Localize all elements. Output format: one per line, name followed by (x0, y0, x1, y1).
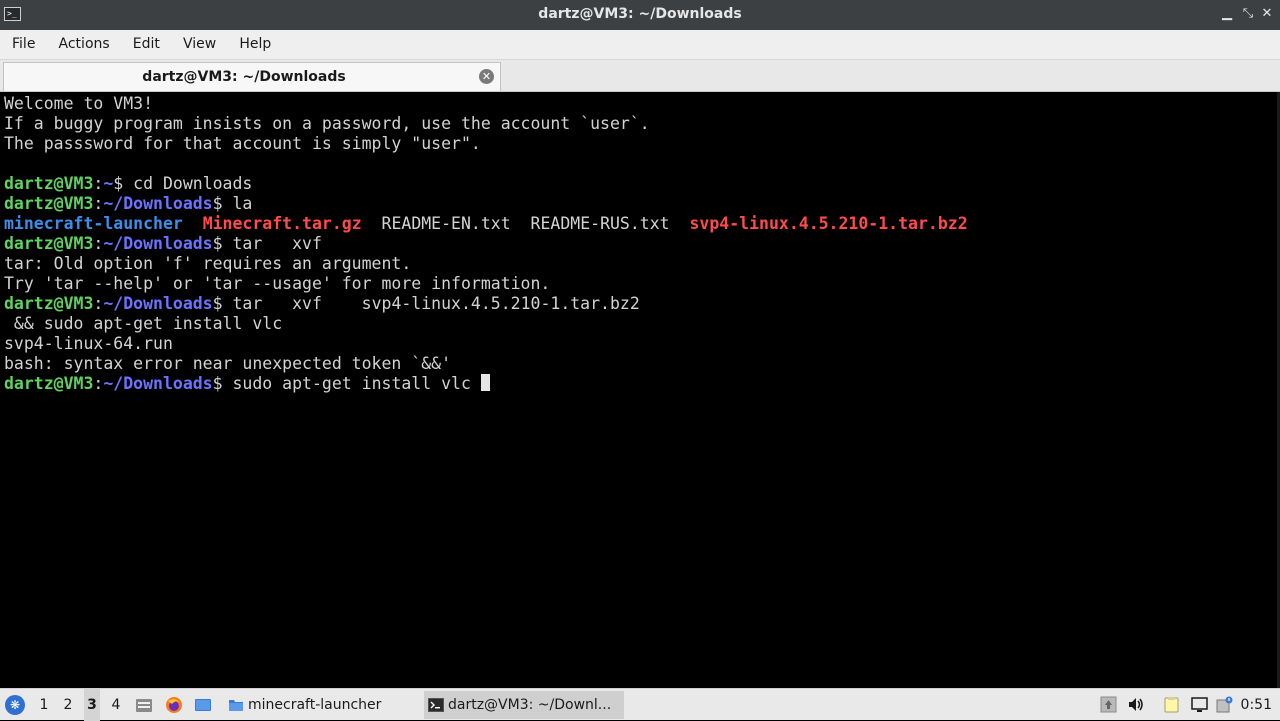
menu-actions[interactable]: Actions (53, 30, 116, 54)
display-icon[interactable] (1191, 696, 1208, 713)
close-window-button[interactable]: ✕ (1260, 6, 1274, 22)
ls-archive: Minecraft.tar.gz (202, 214, 362, 233)
command-line: dartz@VM3:~/Downloads$ sudo apt-get inst… (4, 374, 490, 394)
desktop-4[interactable]: 4 (108, 689, 124, 721)
ls-executable: minecraft-launcher (4, 214, 183, 233)
show-desktop-icon[interactable] (194, 696, 212, 714)
terminal-icon (428, 698, 444, 712)
prompt-dollar: $ (212, 294, 223, 313)
taskbar: ❋ 1 2 3 4 minecraft-launcher dartz@VM3: … (0, 688, 1280, 721)
command-line: dartz@VM3:~/Downloads$ tar xvf (4, 234, 322, 254)
prompt-dollar: $ (212, 374, 223, 393)
volume-icon[interactable] (1127, 696, 1144, 713)
prompt-user: dartz@VM3 (4, 294, 94, 313)
menu-edit[interactable]: Edit (127, 30, 166, 54)
ls-file: README-EN.txt (381, 214, 511, 233)
motd-line: The passsword for that account is simply… (4, 134, 481, 153)
command-line: dartz@VM3:~/Downloads$ tar xvf svp4-linu… (4, 294, 640, 314)
task-terminal[interactable]: dartz@VM3: ~/Downl... (424, 691, 624, 719)
prompt-separator: : (93, 174, 104, 193)
folder-icon (229, 700, 243, 711)
clipboard-icon[interactable] (1163, 696, 1180, 713)
network-icon[interactable] (1216, 696, 1233, 713)
prompt-user: dartz@VM3 (4, 374, 94, 393)
tab-label: dartz@VM3: ~/Downloads (142, 69, 346, 85)
motd-line: If a buggy program insists on a password… (4, 114, 650, 133)
prompt-path: ~/Downloads (103, 374, 213, 393)
prompt-separator: : (93, 294, 104, 313)
output-line: bash: syntax error near unexpected token… (4, 354, 452, 373)
window-titlebar: >_ dartz@VM3: ~/Downloads ▁ ⤡ ✕ (0, 0, 1280, 30)
prompt-user: dartz@VM3 (4, 194, 94, 213)
output-line: && sudo apt-get install vlc (4, 314, 283, 333)
prompt-dollar: $ (113, 174, 124, 193)
prompt-path: ~ (103, 174, 114, 193)
task-minecraft-launcher[interactable]: minecraft-launcher (224, 691, 414, 719)
prompt-path: ~/Downloads (103, 194, 213, 213)
menu-view[interactable]: View (177, 30, 222, 54)
tab-terminal[interactable]: dartz@VM3: ~/Downloads ✕ (3, 62, 501, 91)
menu-help[interactable]: Help (233, 30, 277, 54)
prompt-path: ~/Downloads (103, 294, 213, 313)
maximize-button[interactable]: ⤡ (1241, 6, 1255, 22)
output-line: svp4-linux-64.run (4, 334, 173, 353)
desktop-2[interactable]: 2 (60, 689, 76, 721)
text-cursor (480, 374, 490, 391)
command-line: dartz@VM3:~/Downloads$ la (4, 194, 252, 214)
prompt-user: dartz@VM3 (4, 174, 94, 193)
terminal-output[interactable]: Welcome to VM3! If a buggy program insis… (0, 92, 1280, 688)
prompt-path: ~/Downloads (103, 234, 213, 253)
prompt-separator: : (93, 234, 104, 253)
firefox-icon[interactable] (165, 696, 183, 714)
command-text: tar xvf svp4-linux.4.5.210-1.tar.bz2 (222, 294, 640, 313)
menu-bar: File Actions Edit View Help (0, 30, 1280, 60)
prompt-dollar: $ (212, 234, 223, 253)
command-text: cd Downloads (123, 174, 253, 193)
motd-line: Welcome to VM3! (4, 94, 154, 113)
task-label: dartz@VM3: ~/Downl... (448, 697, 612, 713)
ls-archive: svp4-linux.4.5.210-1.tar.bz2 (689, 214, 968, 233)
ls-file: README-RUS.txt (530, 214, 670, 233)
tab-bar: dartz@VM3: ~/Downloads ✕ (0, 60, 1280, 92)
menu-file[interactable]: File (6, 30, 41, 54)
clock[interactable]: 0:51 (1241, 689, 1272, 721)
desktop-3[interactable]: 3 (84, 689, 100, 721)
task-label: minecraft-launcher (248, 697, 382, 713)
start-menu-icon[interactable]: ❋ (5, 695, 25, 715)
tab-close-icon[interactable]: ✕ (479, 69, 494, 84)
minimize-button[interactable]: ▁ (1220, 6, 1234, 22)
file-manager-launcher-icon[interactable] (135, 696, 153, 714)
command-line: dartz@VM3:~$ cd Downloads (4, 174, 252, 194)
command-text: tar xvf (222, 234, 322, 253)
command-text: la (222, 194, 253, 213)
output-line: Try 'tar --help' or 'tar --usage' for mo… (4, 274, 551, 293)
prompt-separator: : (93, 194, 104, 213)
window-title: dartz@VM3: ~/Downloads (538, 6, 742, 22)
prompt-user: dartz@VM3 (4, 234, 94, 253)
ls-output-line: minecraft-launcher Minecraft.tar.gz READ… (4, 214, 968, 234)
prompt-separator: : (93, 374, 104, 393)
prompt-dollar: $ (212, 194, 223, 213)
desktop-1[interactable]: 1 (36, 689, 52, 721)
command-text: sudo apt-get install vlc (222, 374, 481, 393)
tray-updates-icon[interactable] (1100, 696, 1117, 713)
output-line: tar: Old option 'f' requires an argument… (4, 254, 412, 273)
